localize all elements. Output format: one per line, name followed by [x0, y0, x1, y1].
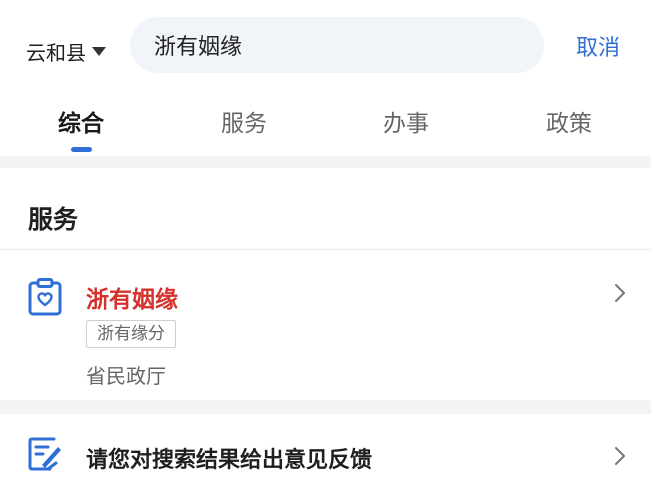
search-header: 云和县 取消: [0, 0, 651, 90]
tab-services[interactable]: 服务: [194, 104, 294, 138]
section-title: 服务: [28, 205, 79, 234]
feedback-row[interactable]: 请您对搜索结果给出意见反馈: [0, 414, 651, 500]
service-tag: 浙有缘分: [86, 320, 176, 348]
search-box[interactable]: [130, 17, 544, 73]
chevron-right-icon: [615, 284, 625, 302]
cancel-button[interactable]: 取消: [576, 30, 620, 62]
tab-bar: 综合 服务 办事 政策: [0, 90, 651, 156]
clipboard-heart-icon: [28, 278, 62, 316]
section-divider: [0, 400, 651, 414]
active-tab-indicator: [71, 147, 92, 152]
caret-down-icon: [92, 46, 106, 56]
chevron-right-icon: [615, 447, 625, 465]
feedback-text: 请您对搜索结果给出意见反馈: [86, 448, 373, 473]
service-name: 浙有姻缘: [86, 287, 178, 313]
search-input[interactable]: [154, 32, 514, 58]
tab-policy[interactable]: 政策: [519, 104, 619, 138]
section-divider: [0, 156, 651, 168]
service-result-card[interactable]: 浙有姻缘 浙有缘分 省民政厅: [0, 250, 651, 400]
region-selector[interactable]: 云和县: [26, 36, 106, 66]
service-section-header: 服务: [0, 168, 651, 250]
app-root: 云和县 取消 综合 服务 办事 政策 服务 浙有姻缘 浙有缘分 省民政厅: [0, 0, 651, 500]
edit-document-icon: [28, 437, 61, 471]
tab-affairs[interactable]: 办事: [356, 104, 456, 138]
tab-comprehensive[interactable]: 综合: [31, 104, 131, 138]
region-label: 云和县: [26, 40, 86, 65]
service-department: 省民政厅: [86, 364, 166, 388]
